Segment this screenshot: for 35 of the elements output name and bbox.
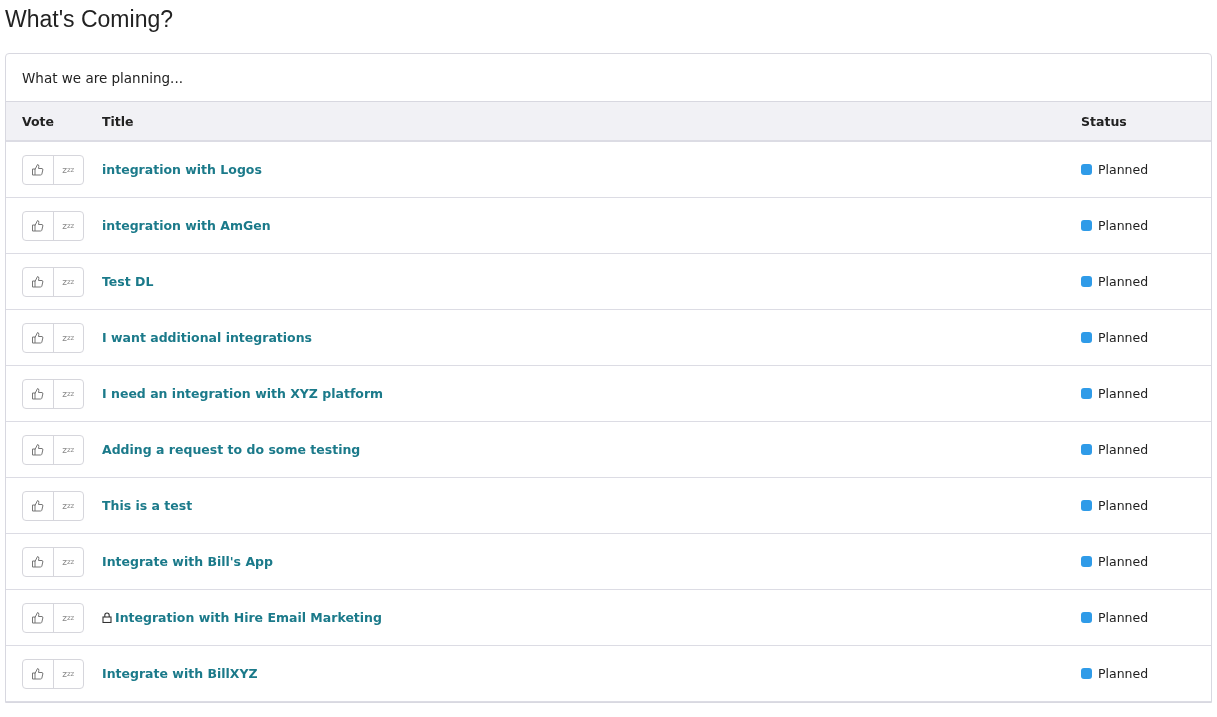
status-label: Planned: [1098, 218, 1149, 233]
lock-icon: [102, 612, 112, 623]
request-title-link[interactable]: I want additional integrations: [102, 330, 313, 345]
request-title-link[interactable]: Integration with Hire Email Marketing: [115, 610, 382, 625]
page-title: What's Coming?: [5, 5, 174, 34]
request-title-link[interactable]: integration with Logos: [102, 162, 262, 177]
status-label: Planned: [1098, 162, 1149, 177]
status-label: Planned: [1098, 274, 1149, 289]
request-title-link[interactable]: Adding a request to do some testing: [102, 442, 361, 457]
thumbs-up-icon: [31, 443, 45, 456]
status-label: Planned: [1098, 666, 1149, 681]
thumbs-up-icon: [31, 611, 45, 624]
thumbs-up-icon: [31, 163, 45, 176]
status-label: Planned: [1098, 386, 1149, 401]
thumbs-up-icon: [31, 275, 45, 288]
request-title-link[interactable]: integration with AmGen: [102, 218, 271, 233]
request-title-link[interactable]: Integrate with BillXYZ: [102, 666, 258, 681]
status-label: Planned: [1098, 498, 1149, 513]
thumbs-up-icon: [31, 499, 45, 512]
status-label: Planned: [1098, 442, 1149, 457]
status-label: Planned: [1098, 330, 1149, 345]
request-title-link[interactable]: Test DL: [102, 274, 154, 289]
thumbs-up-icon: [31, 387, 45, 400]
thumbs-up-icon: [31, 331, 45, 344]
column-header: Status: [1081, 113, 1128, 129]
thumbs-up-icon: [31, 555, 45, 568]
request-title-link[interactable]: I need an integration with XYZ platform: [102, 386, 384, 401]
request-title-link[interactable]: This is a test: [102, 498, 193, 513]
thumbs-up-icon: [31, 667, 45, 680]
status-label: Planned: [1098, 610, 1149, 625]
column-header: Vote: [21, 113, 56, 129]
thumbs-up-icon: [31, 219, 45, 232]
status-label: Planned: [1098, 554, 1149, 569]
request-title-link[interactable]: Integrate with Bill's App: [102, 554, 273, 569]
column-header: Title: [102, 113, 135, 129]
